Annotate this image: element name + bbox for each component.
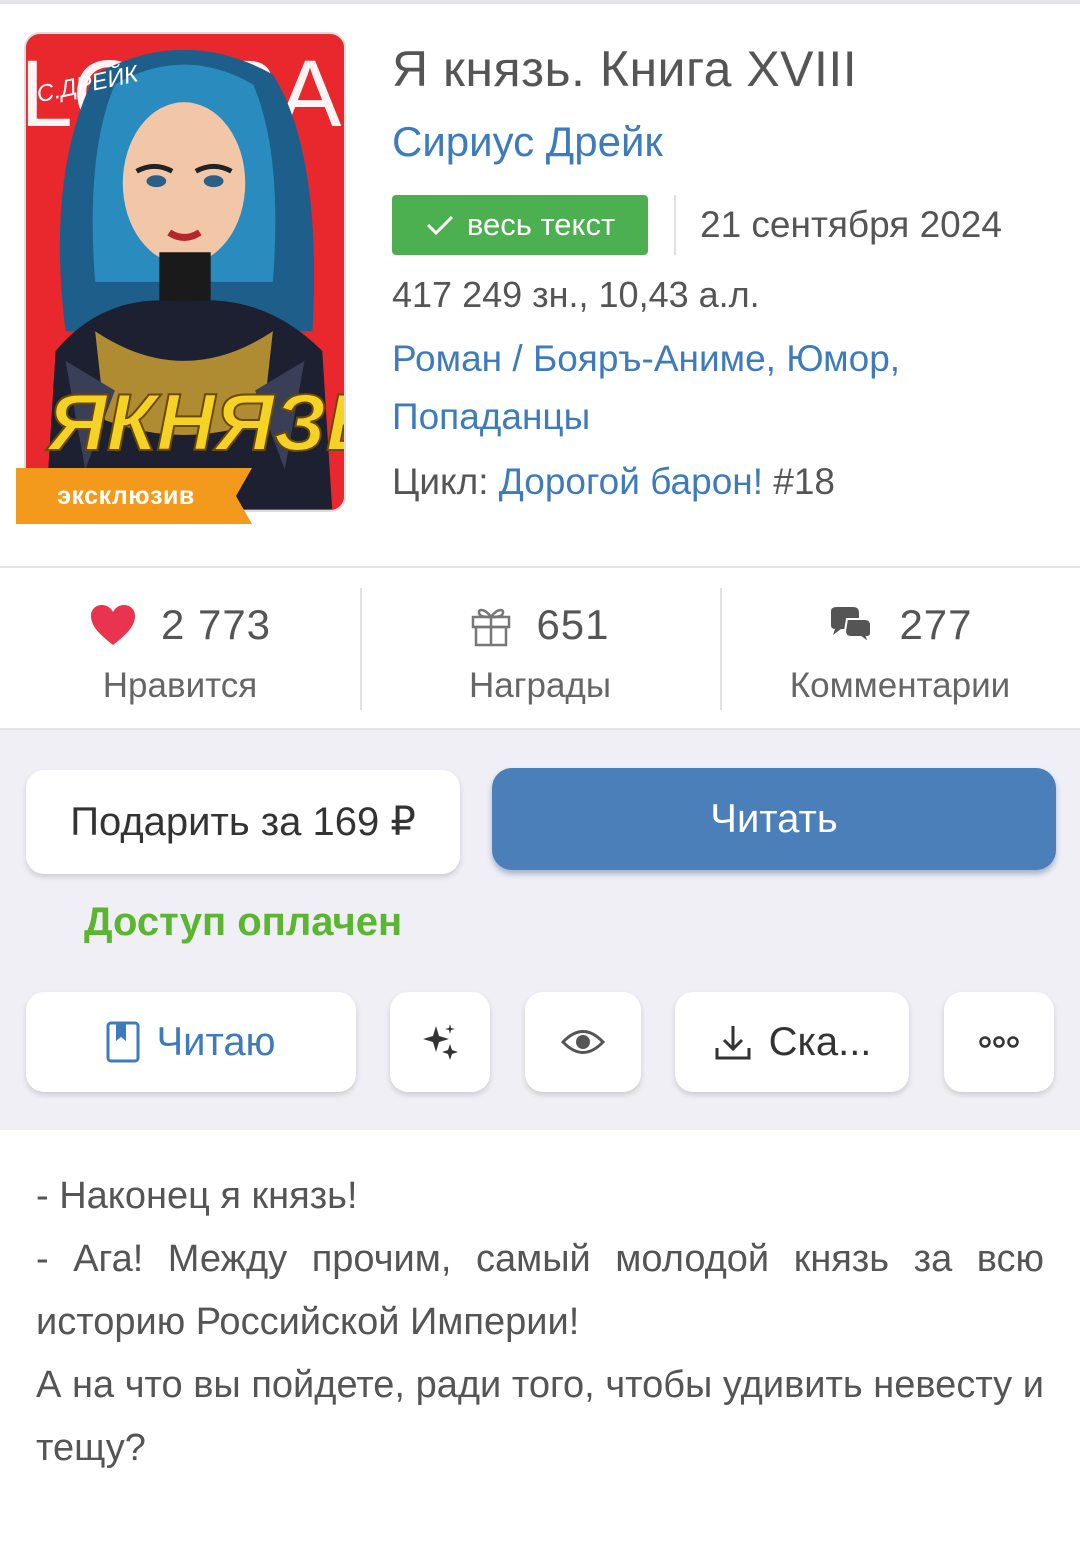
genres: Роман / Бояръ-Аниме, Юмор, Попаданцы — [392, 330, 1052, 446]
comments-count: 277 — [899, 601, 973, 648]
likes-label: Нравится — [102, 666, 258, 705]
likes-count: 2 773 — [160, 601, 272, 648]
cover-art: LOKRA ЯКНЯЗЬ С.ДРЕЙК — [26, 34, 344, 510]
read-button[interactable]: Читать — [492, 768, 1056, 870]
exclusive-label: эксклюзив — [57, 482, 195, 510]
awards-label: Награды — [468, 666, 612, 705]
reading-shelf-button[interactable]: Читаю — [26, 992, 356, 1092]
gift-button[interactable]: Подарить за 169 ₽ — [26, 770, 460, 874]
eye-icon — [561, 1030, 605, 1054]
awards-counter[interactable]: 651 Награды — [360, 568, 720, 728]
publish-date: 21 сентября 2024 — [700, 204, 1002, 245]
cover-title-text: ЯКНЯЗЬ — [46, 378, 344, 468]
author-link[interactable]: Сириус Дрейк — [392, 112, 1052, 172]
series-link[interactable]: Дорогой барон! — [499, 461, 763, 502]
recommend-button[interactable] — [390, 992, 490, 1092]
comments-icon — [831, 607, 873, 643]
description-line-2: - Ага! Между прочим, самый молодой князь… — [36, 1238, 1044, 1343]
comments-label: Комментарии — [789, 666, 1011, 705]
more-dots-icon — [979, 1036, 1019, 1048]
reading-label: Читаю — [156, 1019, 276, 1064]
book-stats: 417 249 зн., 10,43 а.л. — [392, 274, 760, 315]
check-icon — [426, 215, 453, 236]
status-divider — [674, 195, 676, 255]
gift-icon — [472, 608, 511, 647]
genre-main-link[interactable]: Роман — [392, 338, 502, 379]
series-prefix: Цикл: — [392, 461, 499, 502]
status-label: весь текст — [466, 207, 616, 242]
likes-counter[interactable]: 2 773 Нравится — [0, 568, 360, 728]
download-icon — [715, 1026, 751, 1060]
status-badge: весь текст — [392, 195, 648, 255]
comments-counter[interactable]: 277 Комментарии — [720, 568, 1080, 728]
actions-panel: Подарить за 169 ₽ Читать Доступ оплачен … — [0, 730, 1080, 1130]
book-cover[interactable]: LOKRA ЯКНЯЗЬ С.ДРЕЙК — [24, 32, 346, 512]
series: Цикл: Дорогой барон! #18 — [392, 450, 1052, 514]
more-options-button[interactable] — [944, 992, 1054, 1092]
exclusive-badge: эксклюзив — [16, 468, 252, 524]
heart-icon — [90, 605, 135, 645]
watch-button[interactable] — [525, 992, 641, 1092]
book-header: LOKRA ЯКНЯЗЬ С.ДРЕЙК эксклюзив — [0, 4, 1080, 566]
description-line-1: - Наконец я князь! — [36, 1175, 358, 1217]
access-paid-status: Доступ оплачен — [84, 900, 403, 944]
series-number: #18 — [763, 461, 836, 502]
counters-bar: 2 773 Нравится 651 Награды 277 Комментар… — [0, 566, 1080, 730]
sparkles-icon — [423, 1024, 458, 1060]
genre-link-popadancy[interactable]: Попаданцы — [392, 396, 590, 437]
status-row: весь текст 21 сентября 2024 — [392, 194, 1052, 256]
awards-count: 651 — [536, 601, 610, 648]
download-label: Ска... — [768, 1019, 872, 1064]
genre-links[interactable]: Бояръ-Аниме, Юмор, — [533, 338, 900, 379]
book-info: Я князь. Книга XVIII Сириус Дрейк весь т… — [392, 34, 1052, 514]
download-button[interactable]: Ска... — [675, 992, 909, 1092]
bookmark-book-icon — [106, 1021, 140, 1063]
genre-separator: / — [502, 338, 533, 379]
book-description: - Наконец я князь! - Ага! Между прочим, … — [36, 1165, 1044, 1480]
description-line-3: А на что вы пойдете, ради того, чтобы уд… — [36, 1364, 1044, 1469]
book-title: Я князь. Книга XVIII — [392, 41, 858, 97]
